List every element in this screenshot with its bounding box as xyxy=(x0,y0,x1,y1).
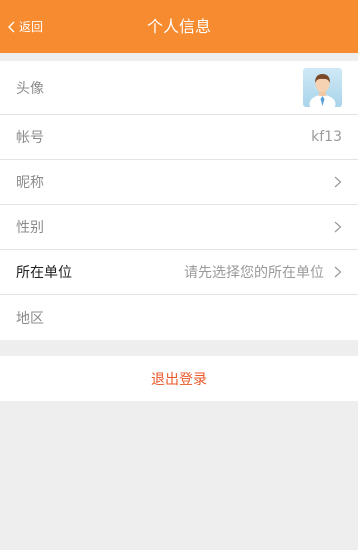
row-label: 头像 xyxy=(16,80,44,97)
row-label: 所在单位 xyxy=(16,265,72,281)
header-bar: 返回 个人信息 xyxy=(0,0,358,53)
row-account: 帐号 kf13 xyxy=(0,115,358,160)
row-gender[interactable]: 性别 xyxy=(0,205,358,250)
chevron-right-icon xyxy=(334,266,342,278)
row-label: 昵称 xyxy=(16,175,44,191)
avatar[interactable] xyxy=(303,68,342,107)
row-organization[interactable]: 所在单位 请先选择您的所在单位 xyxy=(0,250,358,295)
page-title: 个人信息 xyxy=(146,17,211,36)
chevron-right-icon xyxy=(334,176,342,188)
user-avatar-icon xyxy=(309,74,336,107)
chevron-right-icon xyxy=(334,221,342,233)
row-label: 地区 xyxy=(16,310,44,327)
organization-value: 请先选择您的所在单位 xyxy=(184,265,324,281)
row-region[interactable]: 地区 xyxy=(0,295,358,340)
row-nickname[interactable]: 昵称 xyxy=(0,160,358,205)
profile-info-list: 头像 帐号 kf13 昵称 性别 所在单位 请先选择您的所在单位 地区 xyxy=(0,61,358,340)
row-label: 性别 xyxy=(16,220,44,236)
row-label: 帐号 xyxy=(16,130,44,146)
row-avatar[interactable]: 头像 xyxy=(0,61,358,115)
account-value: kf13 xyxy=(311,129,342,145)
logout-button[interactable]: 退出登录 xyxy=(151,369,207,389)
logout-section: 退出登录 xyxy=(0,356,358,401)
